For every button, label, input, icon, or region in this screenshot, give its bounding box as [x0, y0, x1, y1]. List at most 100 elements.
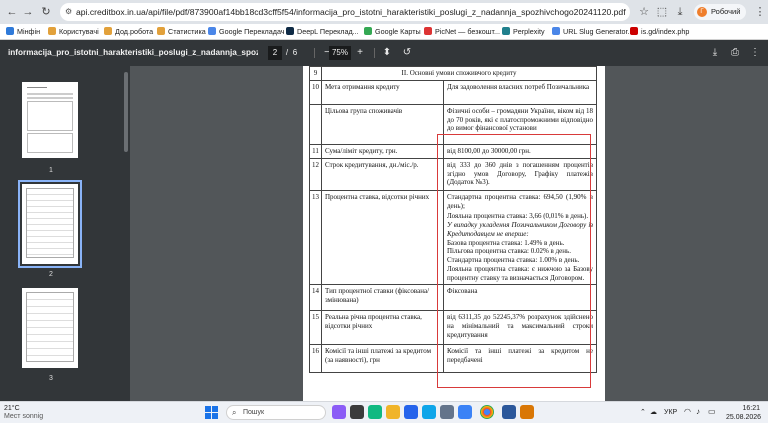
row-label: Тип процентної ставки (фіксована/змінюва…	[321, 284, 444, 312]
rotate-icon[interactable]: ↺	[400, 46, 414, 60]
bookmark-perplexity[interactable]: Perplexity	[502, 26, 545, 38]
extensions-icon[interactable]: ⬚	[654, 4, 670, 20]
taskbar-search[interactable]: ⌕ Пошук	[226, 405, 326, 420]
site-info-icon[interactable]: ⚙	[65, 3, 72, 21]
clock-time: 16:21	[742, 405, 760, 412]
row-number: 14	[309, 284, 322, 312]
pdf-page: 9 ІІ. Основні умови споживчого кредиту 1…	[303, 66, 605, 401]
row-value: Комісії та інші платежі за кредитом не п…	[443, 344, 597, 374]
print-icon[interactable]: ⎙	[728, 46, 742, 60]
page-total: 6	[292, 48, 298, 57]
rate-paragraph: Лояльна процентна ставка: 3,66 (0,01% в …	[447, 212, 589, 221]
bookmark-google-translate[interactable]: Google Перекладач	[208, 26, 285, 38]
more-actions-icon[interactable]: ⋮	[748, 46, 762, 60]
volume-icon[interactable]: ♪	[696, 407, 700, 416]
edge-icon[interactable]	[368, 405, 382, 419]
bookmark-picnet[interactable]: PicNet — безкошт...	[424, 26, 500, 38]
search-placeholder: Пошук	[243, 409, 265, 416]
url-text: api.creditbox.in.ua/api/file/pdf/873900a…	[76, 7, 626, 17]
rate-paragraph: Лояльна процентна ставка: є нижчою за Ба…	[447, 264, 593, 282]
profile-button[interactable]: Г Робочий	[694, 4, 746, 20]
page-separator: /	[285, 48, 289, 57]
file-explorer-icon[interactable]	[386, 405, 400, 419]
row-value: від 333 до 360 днів з погашенням процент…	[443, 157, 597, 191]
table-row: 14 Тип процентної ставки (фіксована/змін…	[309, 284, 597, 312]
page-thumbnail-1[interactable]	[22, 82, 78, 158]
zoom-in-icon[interactable]: +	[353, 46, 367, 60]
rate-paragraph: Базова процентна ставка: 1.49% в день.	[447, 238, 565, 247]
copilot-icon[interactable]	[332, 405, 346, 419]
rate-paragraph: Пільгова процентна ставка: 0.02% в день.	[447, 247, 571, 256]
page-thumbnail-2[interactable]	[18, 180, 82, 268]
weather-temp: 21°C	[4, 405, 20, 412]
bookmark-url-slug[interactable]: URL Slug Generator...	[552, 26, 633, 38]
zoom-input[interactable]: 75%	[329, 46, 351, 60]
wifi-icon[interactable]: ◠	[684, 407, 691, 416]
bookmark-google-maps[interactable]: Google Карты	[364, 26, 421, 38]
row-value: Фізичні особи – громадяни України, віком…	[443, 103, 597, 145]
table-row: 9 ІІ. Основні умови споживчого кредиту	[309, 66, 597, 81]
row-label: Мета отримання кредиту	[321, 79, 444, 105]
table-row: Цільова група споживачів Фізичні особи –…	[309, 103, 597, 145]
profile-label: Робочий	[711, 7, 741, 16]
teams-icon[interactable]	[440, 405, 454, 419]
mail-icon[interactable]	[422, 405, 436, 419]
paint-icon[interactable]	[520, 405, 534, 419]
clock[interactable]: 16:21 25.08.2026	[726, 404, 761, 422]
rate-paragraph: У випадку укладення Позичальником Догово…	[447, 221, 593, 238]
row-label: Сума/ліміт кредиту, грн.	[321, 143, 444, 159]
forward-icon[interactable]: →	[20, 4, 36, 20]
cloud-icon[interactable]: ☁	[650, 408, 657, 416]
battery-icon[interactable]: ▭	[708, 407, 716, 416]
bookmark-users[interactable]: Користувачі	[48, 26, 99, 38]
bookmark-isgd[interactable]: is.gd/index.php	[630, 26, 689, 38]
task-view-icon[interactable]	[350, 405, 364, 419]
sidebar-scrollbar[interactable]	[124, 72, 128, 152]
page-thumbnail-3[interactable]	[22, 288, 78, 368]
chrome-icon[interactable]	[480, 405, 494, 419]
row-value: від 6311,35 до 52245,37% розрахунок здій…	[443, 310, 597, 346]
word-icon[interactable]	[458, 405, 472, 419]
browser-address-bar: ← → ↻ ⚙ api.creditbox.in.ua/api/file/pdf…	[0, 0, 768, 24]
isgd-icon	[630, 27, 638, 35]
menu-icon[interactable]: ⋮	[752, 4, 768, 20]
language-indicator[interactable]: УКР	[664, 409, 677, 416]
store-icon[interactable]	[404, 405, 418, 419]
row-value: Для задоволення власних потреб Позичальн…	[443, 79, 597, 105]
thumbnail-label-1: 1	[49, 167, 53, 174]
bookmark-minfin[interactable]: Мінфін	[6, 26, 40, 38]
table-row: 10 Мета отримання кредиту Для задоволенн…	[309, 79, 597, 105]
search-icon: ⌕	[232, 408, 237, 417]
row-number: 12	[309, 157, 322, 191]
fit-page-icon[interactable]: ⬍	[380, 46, 394, 60]
row-value: від 8100,00 до 30000,00 грн.	[443, 143, 597, 159]
row-number: 10	[309, 79, 322, 105]
windows-start-icon[interactable]	[205, 406, 219, 420]
rate-paragraph: Стандартна процентна ставка: 694,50 (1,9…	[447, 192, 593, 210]
word-doc-icon[interactable]	[502, 405, 516, 419]
taskbar: 21°C Мест sonnig ⌕ Пошук ⌃ ☁ УКР ◠ ♪ ▭ 1…	[0, 401, 768, 423]
page-number-input[interactable]: 2	[268, 46, 282, 60]
download-icon[interactable]: ⤓	[672, 4, 688, 20]
row-value: Фіксована	[443, 284, 597, 312]
back-icon[interactable]: ←	[4, 4, 20, 20]
tray-chevron-icon[interactable]: ⌃	[640, 408, 646, 416]
row-label: Комісії та інші платежі за кредитом (за …	[321, 344, 444, 374]
row-number	[309, 103, 322, 145]
conditions-table: 9 ІІ. Основні умови споживчого кредиту 1…	[309, 66, 597, 374]
table-row: 16 Комісії та інші платежі за кредитом (…	[309, 344, 597, 374]
folder-icon	[48, 27, 56, 35]
bookmark-statistics[interactable]: Статистика	[157, 26, 206, 38]
row-label: Строк кредитування, дн./міс./р.	[321, 157, 444, 191]
weather-widget[interactable]: 21°C Мест sonnig	[4, 405, 43, 421]
bookmark-dod-robota[interactable]: Дод.робота	[104, 26, 153, 38]
url-input[interactable]: ⚙ api.creditbox.in.ua/api/file/pdf/87390…	[60, 3, 630, 21]
toolbar-divider	[374, 48, 375, 58]
picnet-icon	[424, 27, 432, 35]
bookmark-deepl[interactable]: DeepL Переклад...	[286, 26, 359, 38]
download-pdf-icon[interactable]: ⤓	[708, 46, 722, 60]
bookmark-star-icon[interactable]: ☆	[636, 4, 652, 20]
thumbnail-label-3: 3	[49, 375, 53, 382]
reload-icon[interactable]: ↻	[38, 4, 54, 20]
table-row: 12 Строк кредитування, дн./міс./р. від 3…	[309, 157, 597, 191]
